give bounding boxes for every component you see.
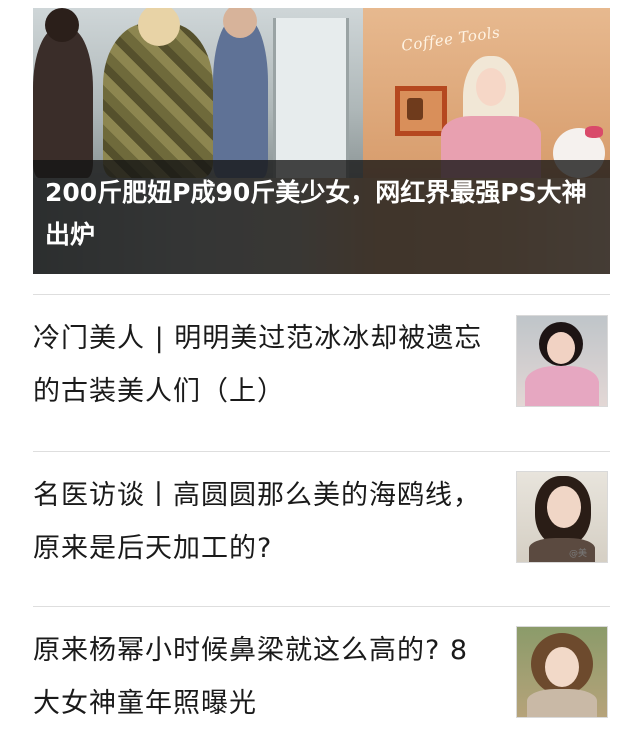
hero-image-plush-bow [585, 126, 603, 138]
hero-image-person [33, 28, 93, 178]
thumbnail-watermark: @美 [569, 549, 588, 559]
thumbnail-body [527, 689, 597, 717]
hero-article[interactable]: Coffee Tools 200斤肥妞P成90斤美少女，网红界最强PS大神出炉 [33, 8, 610, 274]
hero-image-person [103, 23, 213, 178]
hero-title[interactable]: 200斤肥妞P成90斤美少女，网红界最强PS大神出炉 [45, 172, 597, 256]
news-item[interactable]: 冷门美人 | 明明美过范冰冰却被遗忘的古装美人们（上） [33, 312, 610, 432]
news-title[interactable]: 名医访谈丨高圆圆那么美的海鸥线，原来是后天加工的? [33, 469, 495, 575]
news-item[interactable]: 原来杨幂小时候鼻梁就这么高的? 8大女神童年照曝光 [33, 624, 610, 744]
news-thumbnail[interactable] [516, 626, 608, 718]
thumbnail-face [545, 647, 579, 687]
news-title[interactable]: 原来杨幂小时候鼻梁就这么高的? 8大女神童年照曝光 [33, 624, 495, 730]
divider [33, 451, 610, 452]
hero-image-person [213, 18, 268, 178]
news-item[interactable]: 名医访谈丨高圆圆那么美的海鸥线，原来是后天加工的? @美 [33, 469, 610, 589]
thumbnail-face [547, 486, 581, 528]
divider [33, 606, 610, 607]
hero-image-shelf-item [407, 98, 423, 120]
thumbnail-face [547, 332, 575, 364]
news-thumbnail[interactable]: @美 [516, 471, 608, 563]
hero-image-head [45, 8, 79, 42]
news-thumbnail[interactable] [516, 315, 608, 407]
hero-image-door [273, 18, 349, 178]
hero-image-girl-face [476, 68, 506, 106]
thumbnail-body [525, 366, 599, 406]
news-title[interactable]: 冷门美人 | 明明美过范冰冰却被遗忘的古装美人们（上） [33, 312, 495, 418]
divider [33, 294, 610, 295]
